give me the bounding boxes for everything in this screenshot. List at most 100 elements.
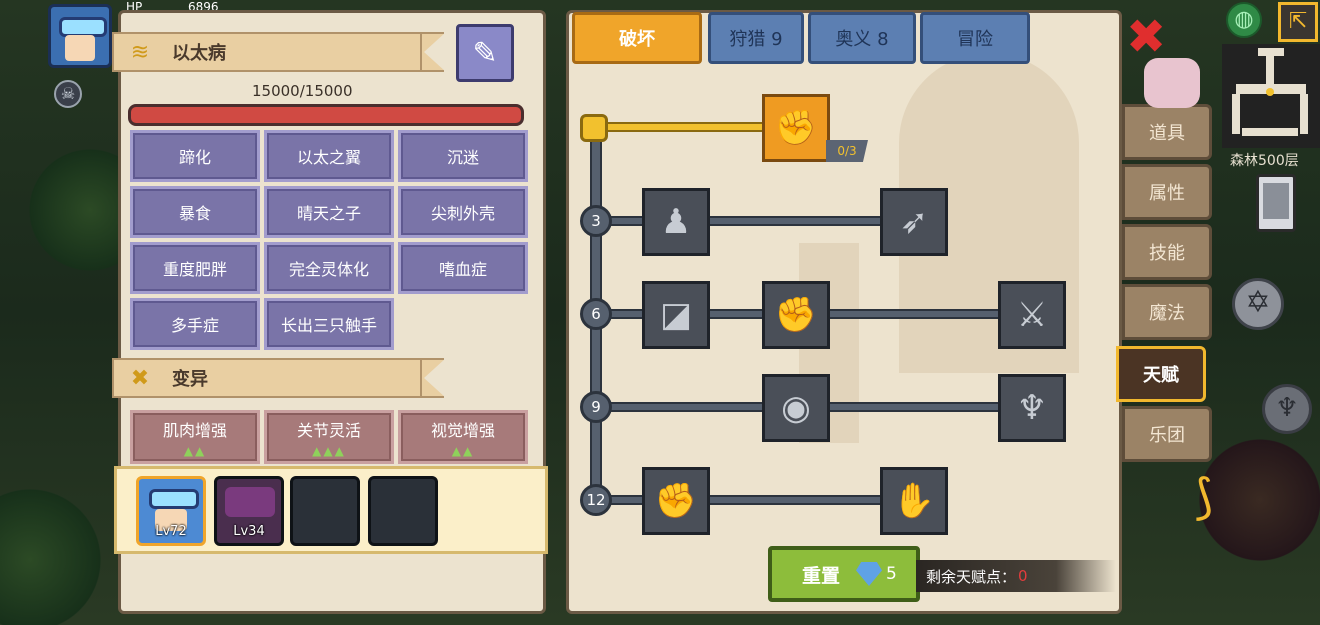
trait-tile[interactable]: 重度肥胖 xyxy=(130,242,260,294)
trait-tile[interactable]: 沉迷 xyxy=(398,130,528,182)
disease-banner: ≋ 以太病 xyxy=(112,32,446,72)
bat-wings-icon: ♆ xyxy=(1016,388,1048,428)
blade-splash-icon: ⚔ xyxy=(1016,295,1048,335)
mutation-tile[interactable]: 肌肉增强 ▲▲ xyxy=(130,410,260,464)
tab-mystic[interactable]: 奥义 8 xyxy=(808,12,916,64)
team-slot-pet[interactable]: Lv34 xyxy=(214,476,284,546)
avatar-face xyxy=(65,35,95,61)
talent-points-label: 剩余天赋点： xyxy=(926,567,1017,586)
talent-arrow-shot[interactable]: ➶ xyxy=(880,188,948,256)
tree-level-3: 3 xyxy=(580,205,612,237)
talent-bat-wings[interactable]: ♆ xyxy=(998,374,1066,442)
talent-ripple[interactable]: ◉ xyxy=(762,374,830,442)
tab-destroy[interactable]: 破坏 xyxy=(572,12,702,64)
minimap-room xyxy=(1232,94,1240,134)
talent-muscle-body[interactable]: ♟ xyxy=(642,188,710,256)
mutation-level-triangles: ▲▲ xyxy=(183,444,207,458)
talent-root-knob xyxy=(580,114,608,142)
minimap-room xyxy=(1242,128,1298,136)
trait-tile[interactable]: 多手症 xyxy=(130,298,260,350)
shield-break-icon: ◪ xyxy=(659,295,693,335)
mutation-level-triangles: ▲▲▲ xyxy=(312,444,346,458)
team-slot-empty[interactable] xyxy=(368,476,438,546)
trait-tile[interactable]: 晴天之子 xyxy=(264,186,394,238)
side-tab-items[interactable]: 道具 xyxy=(1122,104,1212,160)
fist-strike-icon: ✊ xyxy=(774,295,818,335)
bow-icon[interactable]: ⟆ xyxy=(1174,460,1234,534)
tree-level-6: 6 xyxy=(580,298,612,330)
mutation-level-triangles: ▲▲ xyxy=(451,444,475,458)
arrow-shot-icon: ➶ xyxy=(899,202,929,242)
tab-hunt[interactable]: 狩猎 9 xyxy=(708,12,804,64)
muscle-body-icon: ♟ xyxy=(660,202,692,242)
tab-adventure[interactable]: 冒险 xyxy=(920,12,1030,64)
ripple-icon: ◉ xyxy=(781,388,811,428)
talent-gauntlet[interactable]: ✋ xyxy=(880,467,948,535)
arm-wrestle-icon: ✊ xyxy=(774,108,818,148)
pet-portrait xyxy=(225,487,275,517)
side-tab-band[interactable]: 乐团 xyxy=(1122,406,1212,462)
exit-icon[interactable]: ⇱ xyxy=(1278,2,1318,42)
side-tab-magic[interactable]: 魔法 xyxy=(1122,284,1212,340)
mutation-label: 肌肉增强 xyxy=(162,421,227,440)
talent-blade-splash[interactable]: ⚔ xyxy=(998,281,1066,349)
mutation-title: 变异 xyxy=(172,369,208,390)
globe-icon[interactable]: ◍ xyxy=(1226,2,1262,38)
diamond-icon xyxy=(856,562,883,586)
player-avatar[interactable] xyxy=(48,4,112,68)
trait-tile[interactable]: 暴食 xyxy=(130,186,260,238)
npc-portrait xyxy=(1144,58,1200,108)
talent-counter: 0/3 xyxy=(826,140,868,162)
talent-shield-break[interactable]: ◪ xyxy=(642,281,710,349)
close-icon[interactable]: ✖ xyxy=(1126,13,1166,61)
trident-icon[interactable]: ♆ xyxy=(1262,384,1312,434)
wind-swirl-icon: ≋ xyxy=(130,39,150,65)
raised-fist-icon: ✊ xyxy=(654,481,698,521)
minimap-room xyxy=(1266,56,1274,86)
reset-cost: 5 xyxy=(886,564,897,584)
trait-tile[interactable]: 尖刺外壳 xyxy=(398,186,528,238)
team-slot-level: Lv34 xyxy=(233,524,265,539)
trait-tile[interactable]: 完全灵体化 xyxy=(264,242,394,294)
side-tab-skills[interactable]: 技能 xyxy=(1122,224,1212,280)
dna-icon: ✖ xyxy=(130,365,150,391)
disease-hp-bar xyxy=(128,104,524,126)
talent-points-value: 0 xyxy=(1018,567,1028,585)
tree-level-9: 9 xyxy=(580,391,612,423)
mutation-banner: ✖ 变异 xyxy=(112,358,446,398)
reset-button[interactable]: 重置 5 xyxy=(768,546,920,602)
minimap[interactable] xyxy=(1222,44,1320,148)
talent-points: 剩余天赋点： 0 xyxy=(916,560,1116,592)
trait-tile[interactable]: 以太之翼 xyxy=(264,130,394,182)
mutation-label: 关节灵活 xyxy=(296,421,361,440)
mutation-tile[interactable]: 视觉增强 ▲▲ xyxy=(398,410,528,464)
tree-level-12: 12 xyxy=(580,484,612,516)
talent-raised-fist[interactable]: ✊ xyxy=(642,467,710,535)
mutation-tile[interactable]: 关节灵活 ▲▲▲ xyxy=(264,410,394,464)
goggles-icon xyxy=(59,17,107,37)
team-slot-hero[interactable]: Lv72 xyxy=(136,476,206,546)
mask-icon[interactable]: ☠ xyxy=(54,80,82,108)
team-slot-empty[interactable] xyxy=(290,476,360,546)
talent-unlocked-line xyxy=(592,122,768,132)
side-tab-attributes[interactable]: 属性 xyxy=(1122,164,1212,220)
hero-portrait xyxy=(149,489,199,509)
syringe-button[interactable]: ✎ xyxy=(456,24,514,82)
trait-tile[interactable]: 蹄化 xyxy=(130,130,260,182)
minimap-room xyxy=(1258,48,1284,56)
minimap-room xyxy=(1300,94,1308,134)
phone-icon[interactable] xyxy=(1256,174,1296,232)
floor-label: 森林500层 xyxy=(1230,153,1299,169)
trait-tile[interactable]: 长出三只触手 xyxy=(264,298,394,350)
syringe-icon: ✎ xyxy=(472,35,498,71)
talent-fist-strike[interactable]: ✊ xyxy=(762,281,830,349)
talent-arm-wrestle[interactable]: ✊ xyxy=(762,94,830,162)
reset-label: 重置 xyxy=(802,564,841,587)
trait-tile[interactable]: 嗜血症 xyxy=(398,242,528,294)
side-tab-talent[interactable]: 天赋 xyxy=(1116,346,1206,402)
hexagram-icon[interactable]: ✡ xyxy=(1232,278,1284,330)
minimap-player-marker xyxy=(1266,88,1274,96)
disease-title: 以太病 xyxy=(172,43,226,64)
team-slot-level: Lv72 xyxy=(155,524,187,539)
mutation-label: 视觉增强 xyxy=(430,421,495,440)
